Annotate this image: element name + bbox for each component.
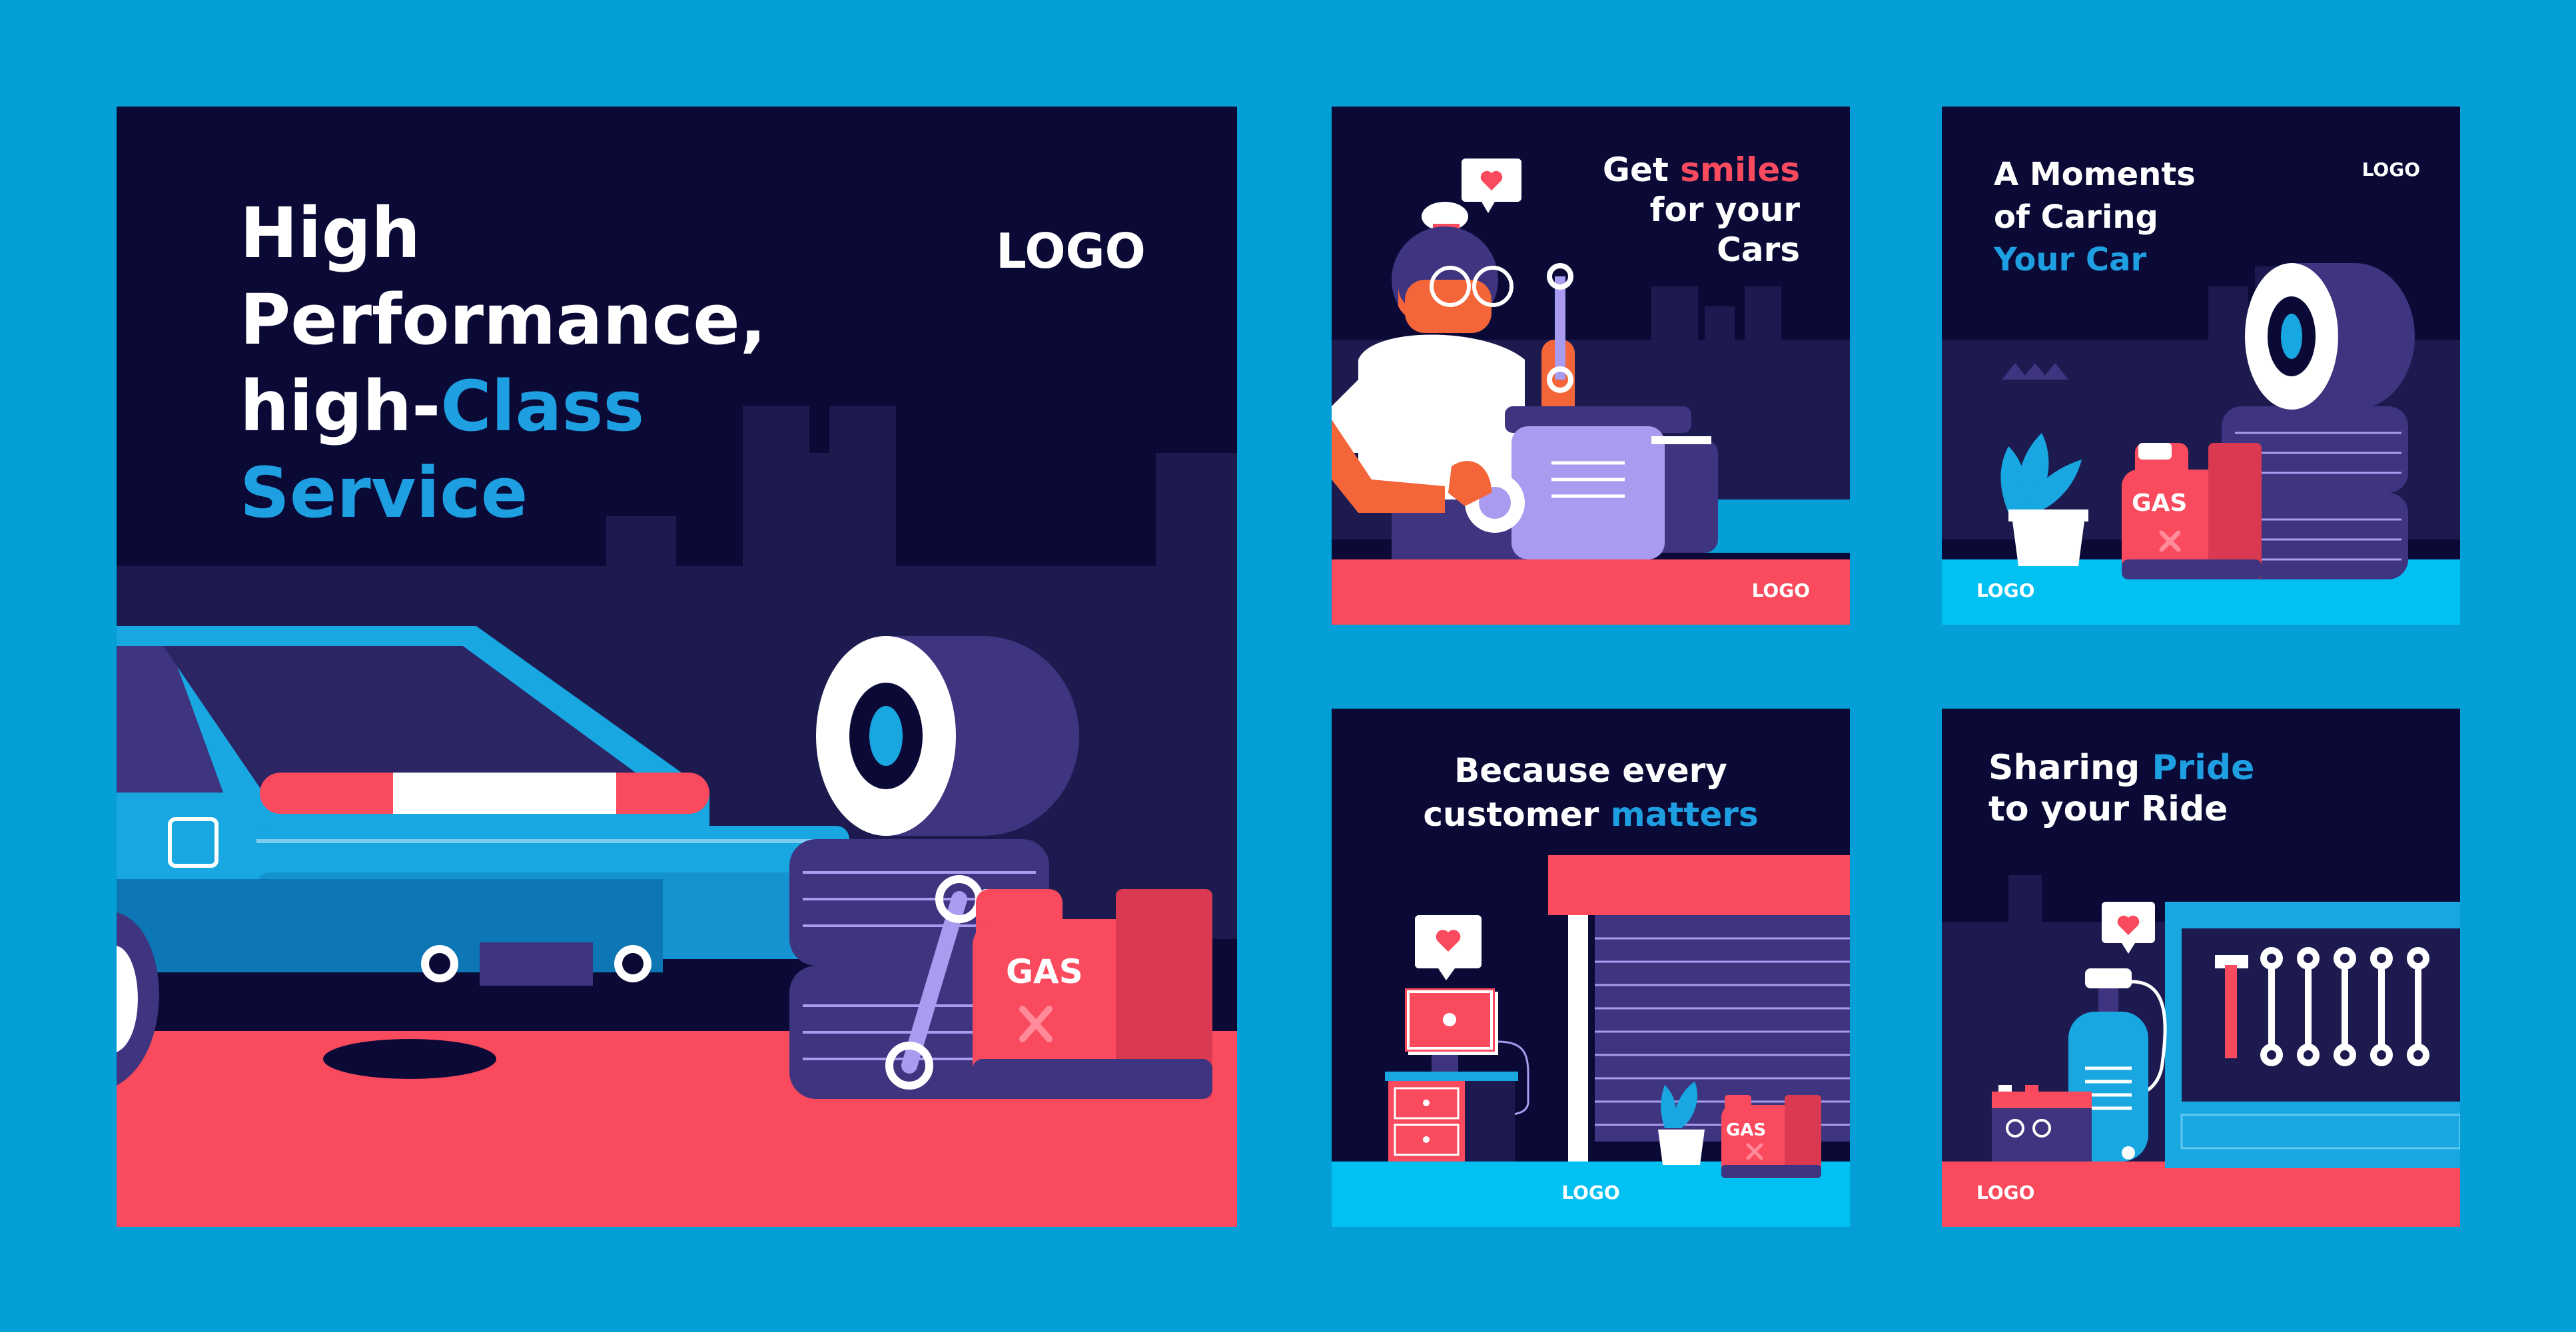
gear-icon — [1443, 1013, 1456, 1026]
customer-headline-matters: matters — [1610, 795, 1759, 834]
card-customer: Because every customer matters LOGO GAS — [1332, 709, 1850, 1227]
main-headline-line4: Service — [240, 452, 528, 533]
smiles-headline-get: Get — [1602, 151, 1681, 189]
main-headline-line3: high-Class — [240, 366, 644, 446]
caring-headline-line1: A Moments — [1994, 156, 2196, 193]
caring-logo-top: LOGO — [2361, 159, 2420, 180]
cabinet — [1385, 1072, 1518, 1162]
main-headline-line1: High — [240, 192, 421, 274]
smiles-headline-smiles: smiles — [1680, 151, 1800, 189]
pride-headline-pride: Pride — [2152, 748, 2255, 788]
customer-headline-line1: Because every — [1454, 751, 1727, 790]
card-smiles: Get smiles for your Cars LOGO — [1332, 107, 1850, 625]
caring-gas-label: GAS — [2132, 490, 2188, 517]
main-logo: LOGO — [996, 223, 1146, 279]
customer-logo: LOGO — [1561, 1181, 1620, 1203]
caring-headline-line3: Your Car — [1994, 241, 2147, 278]
card-main: High Performance, high-Class Service LOG… — [117, 107, 1237, 1227]
caring-headline-line2: of Caring — [1994, 198, 2158, 236]
gas-can — [973, 889, 1212, 1099]
main-headline-class: Class — [440, 366, 645, 447]
smiles-headline-line3: Cars — [1717, 230, 1800, 269]
smiles-headline-line2: for your — [1649, 190, 1800, 229]
card-pride: Sharing Pride to your Ride LOGO — [1942, 709, 2460, 1227]
pride-headline-line1: Sharing Pride — [1988, 747, 2254, 789]
smiles-headline-line1: Get smiles — [1603, 150, 1800, 190]
main-gas-label: GAS — [1006, 952, 1083, 991]
pride-headline-sharing: Sharing — [1988, 748, 2152, 788]
customer-headline-line2: customer matters — [1332, 793, 1850, 836]
smiles-logo: LOGO — [1751, 579, 1810, 601]
battery — [1992, 1085, 2092, 1162]
pride-headline-line2: to your Ride — [1988, 789, 2228, 829]
tool-board — [2165, 902, 2460, 1168]
customer-gas-label: GAS — [1726, 1120, 1767, 1140]
pride-logo: LOGO — [1976, 1181, 2035, 1203]
customer-headline-customer: customer — [1423, 795, 1611, 834]
main-headline-high: high- — [240, 366, 441, 447]
card-caring: A Moments of Caring Your Car LOGO LOGO G… — [1942, 107, 2460, 625]
caring-logo-bottom: LOGO — [1976, 579, 2035, 601]
main-headline-line2: Performance, — [240, 279, 767, 360]
